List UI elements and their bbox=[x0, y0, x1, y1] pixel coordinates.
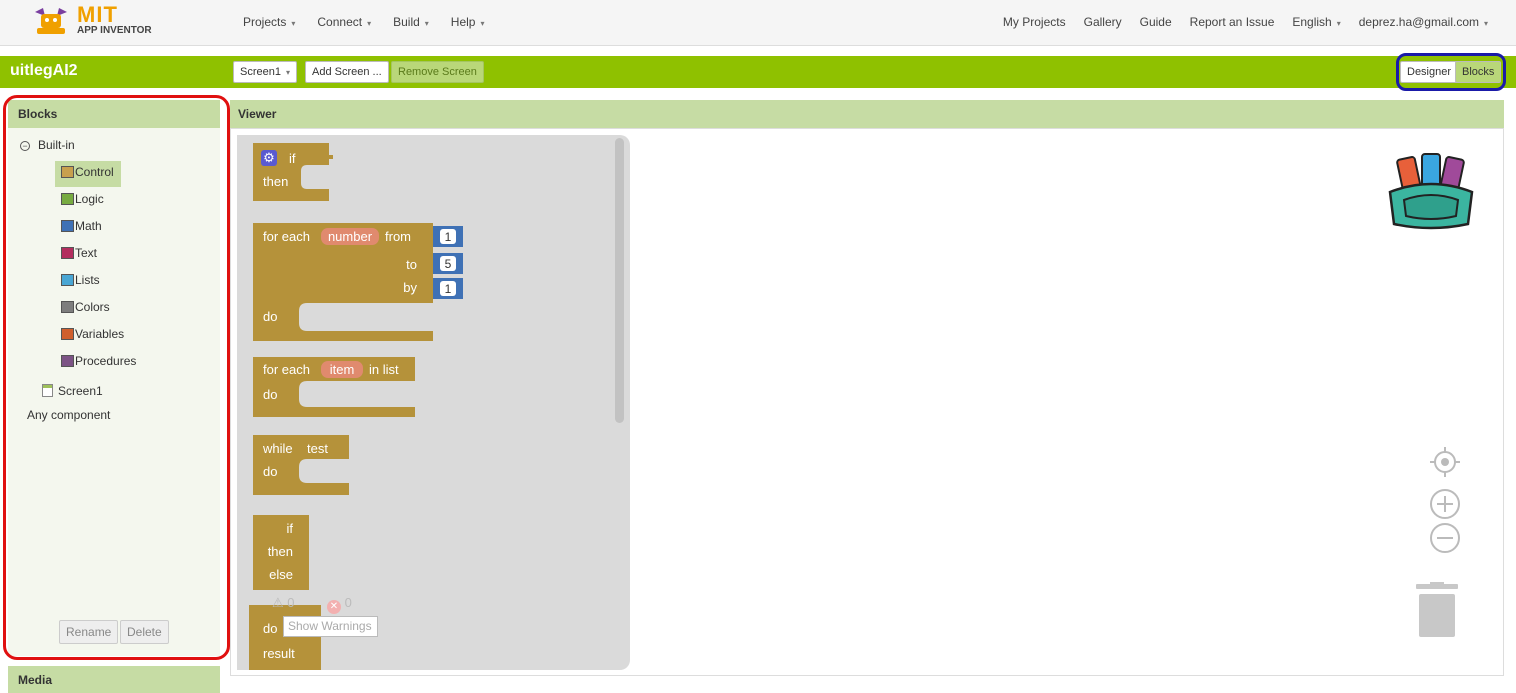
chevron-down-icon: ▾ bbox=[367, 19, 372, 28]
account-label: deprez.ha@gmail.com bbox=[1358, 15, 1479, 29]
project-toolbar: uitlegAI2 Screen1 ▾ Add Screen ... Remove… bbox=[0, 56, 1516, 88]
menu-connect[interactable]: Connect ▾ bbox=[317, 15, 371, 29]
menu-build-label: Build bbox=[393, 15, 420, 29]
zoom-out-icon[interactable] bbox=[1428, 521, 1462, 555]
top-navbar: MIT APP INVENTOR Projects ▾ Connect ▾ Buil… bbox=[0, 0, 1516, 46]
errors-indicator: ✕ 0 bbox=[327, 595, 352, 614]
guide-link[interactable]: Guide bbox=[1140, 15, 1172, 29]
report-issue-link[interactable]: Report an Issue bbox=[1190, 15, 1275, 29]
block-if-label: if bbox=[287, 521, 294, 536]
project-name: uitlegAI2 bbox=[10, 62, 78, 79]
block-from-value: 1 bbox=[445, 230, 452, 244]
menu-projects[interactable]: Projects ▾ bbox=[243, 15, 295, 29]
screen-select[interactable]: Screen1 ▾ bbox=[233, 61, 297, 83]
do-result-block[interactable]: do result bbox=[249, 605, 321, 670]
my-projects-link[interactable]: My Projects bbox=[1003, 15, 1066, 29]
gear-icon: ⚙ bbox=[263, 150, 275, 165]
recenter-icon[interactable] bbox=[1428, 445, 1462, 479]
language-menu[interactable]: English ▾ bbox=[1292, 15, 1340, 29]
if-then-block[interactable]: ⚙ if then bbox=[253, 143, 333, 201]
block-item-var: item bbox=[330, 362, 355, 377]
block-if-label: if bbox=[289, 151, 296, 166]
block-while-label: while bbox=[262, 441, 293, 456]
backpack-icon[interactable] bbox=[1386, 150, 1476, 230]
block-then-label: then bbox=[263, 174, 288, 189]
user-menu: My Projects Gallery Guide Report an Issu… bbox=[1003, 15, 1488, 29]
block-do-label: do bbox=[263, 621, 277, 636]
menu-projects-label: Projects bbox=[243, 15, 287, 29]
block-to-label: to bbox=[406, 257, 417, 272]
logo-icon bbox=[35, 8, 67, 34]
block-in-list-label: in list bbox=[369, 362, 399, 377]
block-for-each-label: for each bbox=[263, 229, 310, 244]
viewer-header: Viewer bbox=[230, 100, 1504, 128]
warnings-indicator: ⚠ 0 bbox=[272, 595, 295, 611]
zoom-in-icon[interactable] bbox=[1428, 487, 1462, 521]
logo-subtitle: APP INVENTOR bbox=[77, 25, 152, 36]
block-to-value: 5 bbox=[445, 257, 452, 271]
chevron-down-icon: ▾ bbox=[480, 19, 485, 28]
add-screen-button[interactable]: Add Screen ... bbox=[305, 61, 389, 83]
media-panel-header: Media bbox=[8, 666, 220, 693]
block-result-label: result bbox=[263, 646, 295, 661]
for-range-block[interactable]: for each number from to by 1 5 1 do bbox=[253, 223, 463, 341]
block-else-label: else bbox=[269, 567, 293, 582]
while-block[interactable]: while test do bbox=[253, 435, 349, 495]
screen-select-label: Screen1 bbox=[240, 66, 281, 78]
chevron-down-icon: ▾ bbox=[1483, 19, 1488, 28]
block-do-label: do bbox=[263, 309, 277, 324]
trash-icon[interactable] bbox=[1416, 582, 1458, 637]
menu-build[interactable]: Build ▾ bbox=[393, 15, 429, 29]
chevron-down-icon: ▾ bbox=[424, 19, 429, 28]
blocks-panel-highlight bbox=[3, 95, 230, 660]
chevron-down-icon: ▾ bbox=[1336, 19, 1341, 28]
block-for-each-label: for each bbox=[263, 362, 310, 377]
warnings-count: 0 bbox=[287, 595, 295, 610]
chevron-down-icon: ▾ bbox=[291, 19, 296, 28]
account-menu[interactable]: deprez.ha@gmail.com ▾ bbox=[1359, 15, 1488, 29]
block-then-label: then bbox=[268, 544, 293, 559]
errors-count: 0 bbox=[344, 595, 352, 610]
if-then-else-block[interactable]: if then else bbox=[253, 515, 309, 590]
mit-app-inventor-logo[interactable]: MIT APP INVENTOR bbox=[33, 2, 163, 42]
menu-connect-label: Connect bbox=[317, 15, 363, 29]
chevron-down-icon: ▾ bbox=[285, 68, 290, 77]
control-blocks: ⚙ if then for each number from to by 1 5… bbox=[249, 143, 463, 670]
warning-icon: ⚠ bbox=[272, 595, 284, 610]
block-from-label: from bbox=[385, 229, 411, 244]
block-by-value: 1 bbox=[445, 282, 452, 296]
block-number-var: number bbox=[328, 229, 373, 244]
block-test-label: test bbox=[307, 441, 328, 456]
menu-help[interactable]: Help ▾ bbox=[451, 15, 485, 29]
error-icon: ✕ bbox=[327, 600, 341, 614]
gallery-link[interactable]: Gallery bbox=[1084, 15, 1122, 29]
main-menu: Projects ▾ Connect ▾ Build ▾ Help ▾ bbox=[243, 15, 485, 29]
for-each-item-block[interactable]: for each item in list do bbox=[253, 357, 415, 417]
block-do-label: do bbox=[263, 464, 277, 479]
block-by-label: by bbox=[403, 280, 417, 295]
show-warnings-button[interactable]: Show Warnings bbox=[283, 616, 378, 637]
menu-help-label: Help bbox=[450, 15, 476, 29]
block-do-label: do bbox=[263, 387, 277, 402]
remove-screen-button[interactable]: Remove Screen bbox=[391, 61, 484, 83]
designer-blocks-highlight bbox=[1396, 53, 1506, 91]
language-label: English bbox=[1292, 15, 1332, 29]
